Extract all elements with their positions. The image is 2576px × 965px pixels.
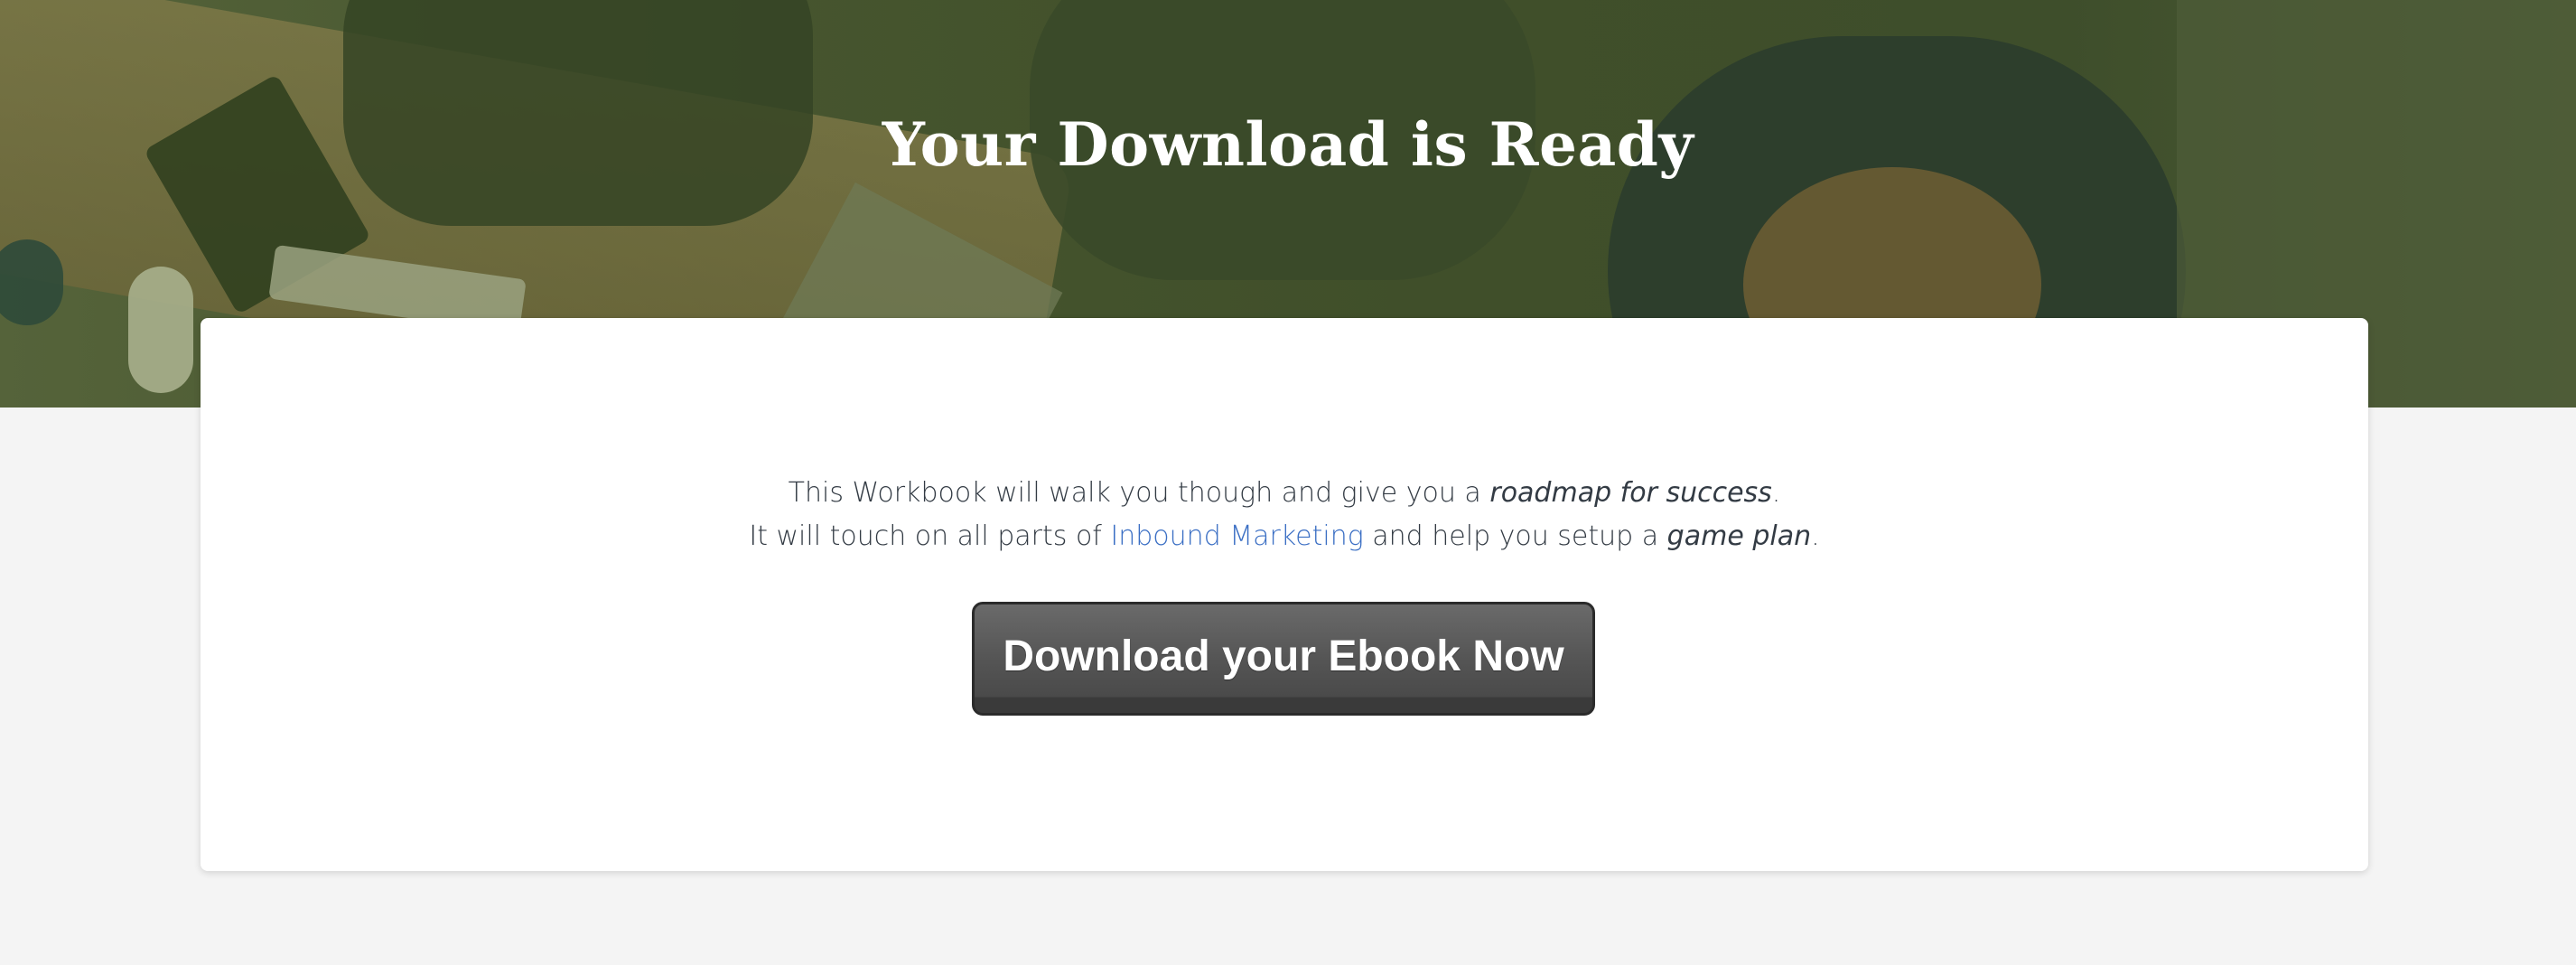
inbound-marketing-link[interactable]: Inbound Marketing: [1110, 520, 1363, 552]
hero-photo-mug: [0, 239, 63, 325]
emphasis-roadmap: roadmap for success: [1489, 477, 1772, 509]
emphasis-game-plan: game plan: [1666, 520, 1812, 552]
hero-photo-mouse: [128, 267, 193, 393]
description-line-1: This Workbook will walk you though and g…: [788, 477, 1781, 509]
description-line-2: It will touch on all parts of Inbound Ma…: [749, 520, 1820, 552]
page-title: Your Download is Ready: [882, 109, 1694, 180]
download-ebook-button[interactable]: Download your Ebook Now: [972, 602, 1595, 716]
download-card: This Workbook will walk you though and g…: [201, 318, 2368, 871]
card-description: This Workbook will walk you though and g…: [201, 472, 2368, 558]
